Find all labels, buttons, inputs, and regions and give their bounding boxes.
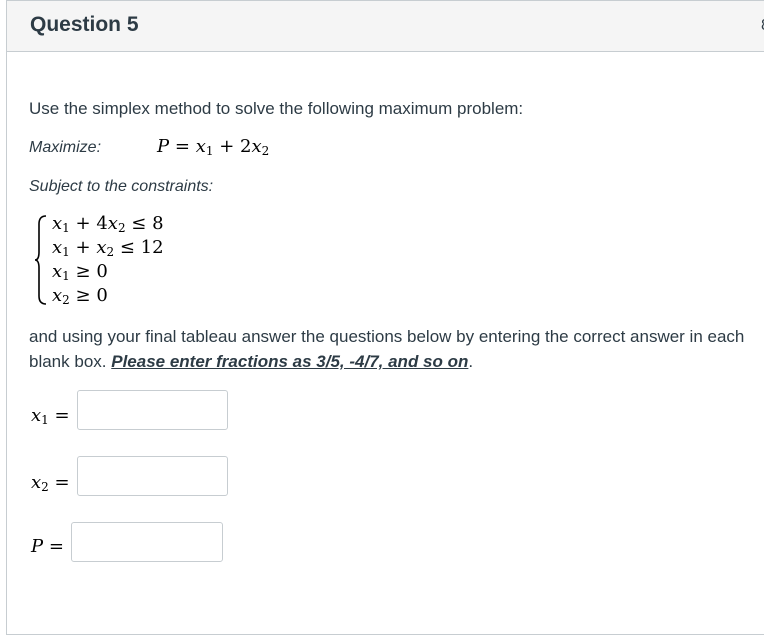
objective-x2-sub: 2 bbox=[261, 144, 270, 158]
objective-equals: = bbox=[174, 136, 190, 157]
p-answer-input[interactable] bbox=[71, 522, 223, 562]
answer-label-x2: x2 = bbox=[31, 472, 70, 494]
objective-function: P = x1 + 2x2 bbox=[157, 136, 269, 158]
instruction-line-2: blank box. Please enter fractions as 3/5… bbox=[29, 352, 474, 371]
objective-lhs: P bbox=[157, 136, 170, 157]
constraints-label: Subject to the constraints: bbox=[29, 178, 214, 195]
x1-answer-input[interactable] bbox=[77, 390, 228, 430]
x2-answer-input[interactable] bbox=[77, 456, 228, 496]
objective-coef: 2 bbox=[240, 136, 252, 157]
left-brace-icon bbox=[34, 215, 47, 305]
question-header: Question 5 8 bbox=[7, 1, 764, 52]
problem-intro: Use the simplex method to solve the foll… bbox=[29, 99, 524, 118]
question-title: Question 5 bbox=[30, 13, 139, 36]
constraint-3: x1 ≥ 0 bbox=[52, 261, 108, 283]
fraction-format-note: Please enter fractions as 3/5, -4/7, and… bbox=[111, 352, 469, 371]
answer-label-x1: x1 = bbox=[31, 405, 70, 427]
objective-x1-sub: 1 bbox=[205, 144, 214, 158]
objective-plus: + bbox=[219, 136, 235, 157]
constraint-2: x1 + x2 ≤ 12 bbox=[52, 237, 164, 259]
maximize-label: Maximize: bbox=[29, 139, 102, 156]
objective-x2: x bbox=[251, 136, 262, 157]
constraint-1: x1 + 4x2 ≤ 8 bbox=[52, 213, 164, 235]
constraint-4: x2 ≥ 0 bbox=[52, 285, 108, 307]
instruction-line-1: and using your final tableau answer the … bbox=[29, 327, 745, 346]
answer-label-p: P = bbox=[31, 536, 64, 557]
objective-x1: x bbox=[195, 136, 206, 157]
